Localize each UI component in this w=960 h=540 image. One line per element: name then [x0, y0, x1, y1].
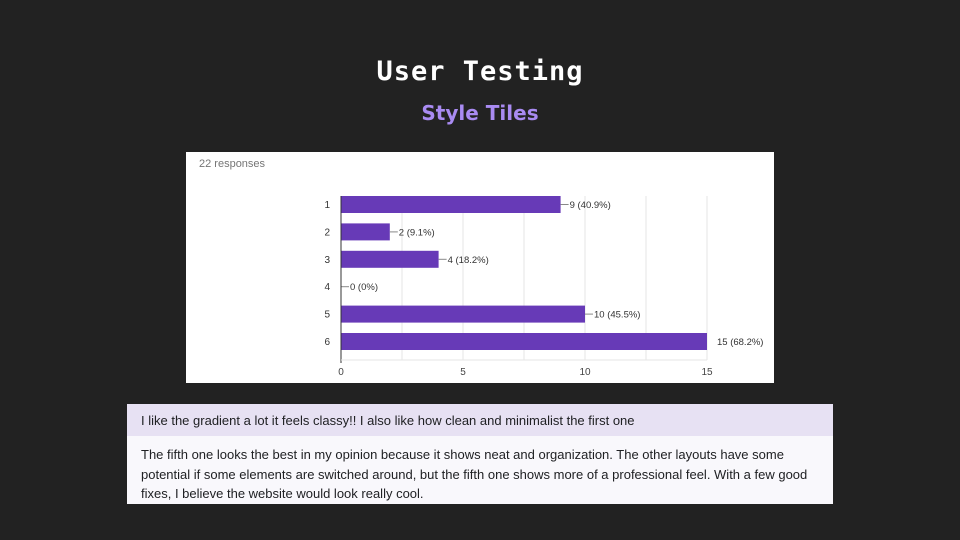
data-label: 15 (68.2%) — [717, 337, 763, 348]
bar-chart: 0 5 10 15 1 9 (40.9%) 2 2 (9.1%) 3 4 (18.2%) 4 0 (0… — [324, 196, 763, 378]
bar — [341, 250, 439, 268]
category-label: 3 — [324, 255, 330, 266]
x-tick-label: 0 — [338, 367, 344, 378]
x-tick-label: 15 — [701, 367, 713, 378]
category-label: 6 — [324, 337, 330, 348]
comment-list: I like the gradient a lot it feels class… — [127, 404, 833, 504]
slide-subtitle: Style Tiles — [421, 101, 539, 125]
bar — [341, 223, 390, 241]
data-label: 4 (18.2%) — [448, 255, 489, 266]
chart-card: 22 responses 0 5 10 15 1 9 (40.9%) 2 2 (9.1%) 3 4… — [186, 152, 774, 383]
comment-item: I like the gradient a lot it feels class… — [127, 404, 833, 436]
slide-title: User Testing — [376, 56, 584, 87]
x-tick-label: 10 — [579, 367, 591, 378]
bar — [341, 305, 585, 323]
category-label: 5 — [324, 310, 330, 321]
bar — [341, 333, 707, 350]
bar — [341, 196, 561, 213]
category-label: 4 — [324, 282, 330, 293]
category-label: 2 — [324, 227, 330, 238]
data-label: 2 (9.1%) — [399, 227, 435, 238]
comment-item: The fifth one looks the best in my opini… — [127, 436, 833, 504]
data-label: 0 (0%) — [350, 282, 378, 293]
data-label: 9 (40.9%) — [570, 200, 611, 211]
data-label: 10 (45.5%) — [594, 310, 640, 321]
category-label: 1 — [324, 200, 330, 211]
x-tick-label: 5 — [460, 367, 466, 378]
